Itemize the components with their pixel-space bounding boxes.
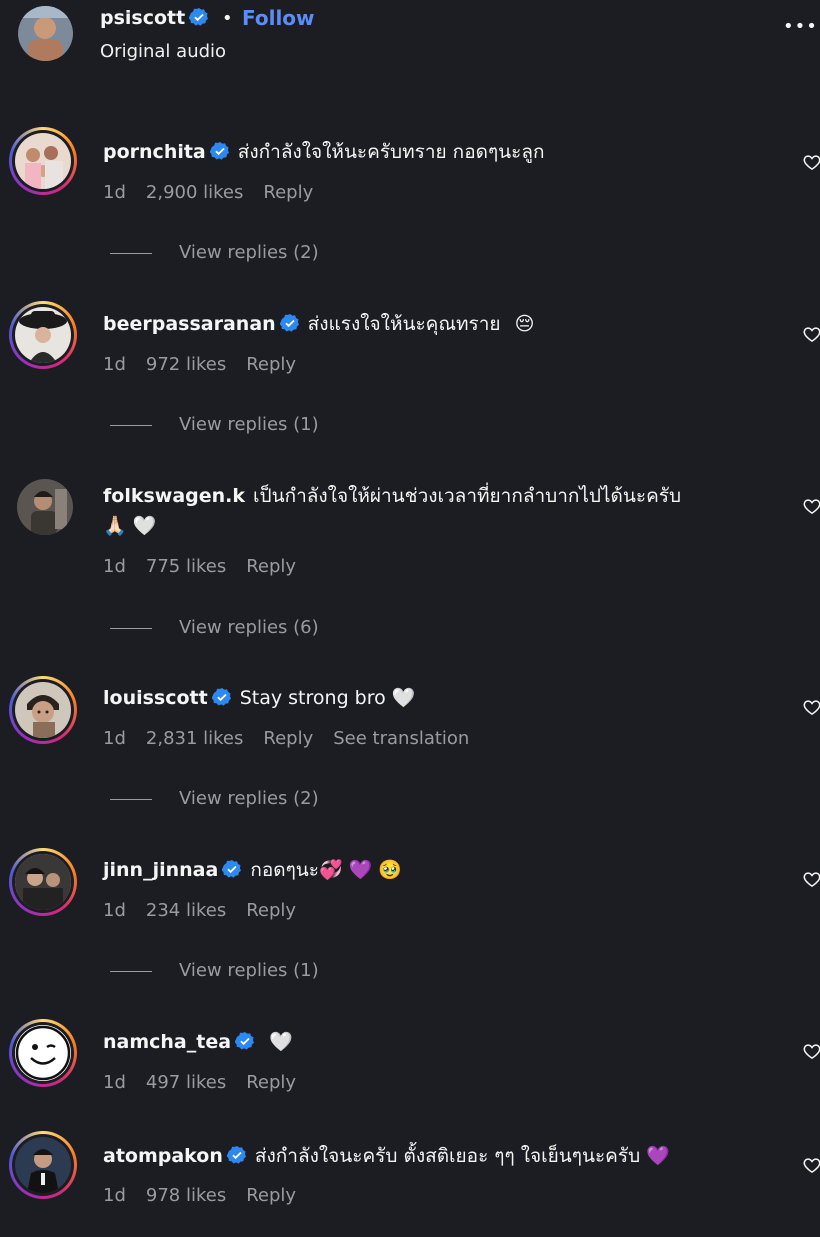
view-replies-button[interactable]: View replies (1) bbox=[110, 414, 319, 435]
reply-button[interactable]: Reply bbox=[246, 354, 296, 375]
like-heart-icon[interactable] bbox=[802, 152, 820, 172]
verified-badge-icon bbox=[188, 7, 209, 27]
comment-likes[interactable]: 234 likes bbox=[146, 900, 226, 921]
like-heart-icon[interactable] bbox=[802, 869, 820, 889]
comment-meta: 1d 234 likes Reply bbox=[103, 900, 316, 921]
divider-line bbox=[110, 252, 152, 254]
like-heart-icon[interactable] bbox=[802, 1155, 820, 1175]
comment-time: 1d bbox=[103, 354, 126, 375]
reply-button[interactable]: Reply bbox=[246, 1072, 296, 1093]
like-heart-icon[interactable] bbox=[802, 1041, 820, 1061]
reply-button[interactable]: Reply bbox=[263, 728, 313, 749]
reply-button[interactable]: Reply bbox=[246, 1185, 296, 1206]
comment-line: atompakon ส่งกำลังใจนะครับ ตั้งสติเยอะ ๆๆ… bbox=[103, 1143, 670, 1169]
view-replies-button[interactable]: View replies (1) bbox=[110, 960, 319, 981]
verified-badge-icon bbox=[209, 141, 230, 161]
comment-time: 1d bbox=[103, 728, 126, 749]
commenter-avatar[interactable] bbox=[9, 848, 77, 916]
divider-line bbox=[110, 798, 152, 800]
comment-meta: 1d 2,831 likes Reply See translation bbox=[103, 728, 489, 749]
view-replies-button[interactable]: View replies (2) bbox=[110, 242, 319, 263]
comment-text: ส่งกำลังใจนะครับ ตั้งสติเยอะ ๆๆ ใจเย็นๆน… bbox=[254, 1145, 670, 1167]
commenter-avatar[interactable] bbox=[9, 127, 77, 195]
separator-dot: • bbox=[222, 8, 233, 29]
divider-line bbox=[110, 970, 152, 972]
comment-time: 1d bbox=[103, 556, 126, 577]
like-heart-icon[interactable] bbox=[802, 697, 820, 717]
commenter-avatar[interactable] bbox=[9, 1019, 77, 1087]
comment-likes[interactable]: 2,831 likes bbox=[146, 728, 244, 749]
like-heart-icon[interactable] bbox=[802, 324, 820, 344]
see-translation-button[interactable]: See translation bbox=[333, 728, 469, 749]
comment-time: 1d bbox=[103, 1072, 126, 1093]
comment-meta: 1d 497 likes Reply bbox=[103, 1072, 316, 1093]
commenter-avatar[interactable] bbox=[9, 676, 77, 744]
audio-label[interactable]: Original audio bbox=[100, 41, 226, 62]
comment-line: folkswagen.k เป็นกำลังใจให้ผ่านช่วงเวลาที… bbox=[103, 483, 681, 509]
reply-button[interactable]: Reply bbox=[246, 556, 296, 577]
commenter-avatar[interactable] bbox=[17, 479, 73, 535]
comment-username[interactable]: jinn_jinnaa bbox=[103, 859, 218, 881]
comment-username[interactable]: namcha_tea bbox=[103, 1031, 231, 1053]
view-replies-button[interactable]: View replies (6) bbox=[110, 617, 319, 638]
comment-text-continued: 🙏🏻 🤍 bbox=[103, 515, 157, 537]
verified-badge-icon bbox=[234, 1031, 255, 1051]
comment-meta: 1d 2,900 likes Reply bbox=[103, 182, 333, 203]
divider-line bbox=[110, 424, 152, 426]
comment-meta: 1d 978 likes Reply bbox=[103, 1185, 316, 1206]
comment-likes[interactable]: 2,900 likes bbox=[146, 182, 244, 203]
more-options-icon[interactable]: ••• bbox=[783, 16, 818, 37]
comment-text: Stay strong bro 🤍 bbox=[239, 687, 416, 709]
comment-likes[interactable]: 775 likes bbox=[146, 556, 226, 577]
comment-likes[interactable]: 978 likes bbox=[146, 1185, 226, 1206]
like-heart-icon[interactable] bbox=[802, 496, 820, 516]
comment-time: 1d bbox=[103, 1185, 126, 1206]
commenter-avatar[interactable] bbox=[9, 301, 77, 369]
comment-line: namcha_tea 🤍 bbox=[103, 1029, 293, 1055]
reply-button[interactable]: Reply bbox=[246, 900, 296, 921]
commenter-avatar[interactable] bbox=[9, 1131, 77, 1199]
comment-line: beerpassaranan ส่งแรงใจให้นะคุณทราย 😔 bbox=[103, 311, 534, 337]
comment-username[interactable]: louisscott bbox=[103, 687, 208, 709]
comment-username[interactable]: pornchita bbox=[103, 141, 206, 163]
comment-text: ส่งกำลังใจให้นะครับทราย กอดๆนะลูก bbox=[237, 141, 545, 163]
comment-meta: 1d 775 likes Reply bbox=[103, 556, 316, 577]
comment-username[interactable]: beerpassaranan bbox=[103, 313, 276, 335]
comment-line: jinn_jinnaa กอดๆนะ💞 💜 🥹 bbox=[103, 857, 402, 883]
follow-button[interactable]: Follow bbox=[242, 6, 315, 30]
comment-time: 1d bbox=[103, 182, 126, 203]
author-avatar[interactable] bbox=[18, 6, 73, 61]
author-username[interactable]: psiscott bbox=[100, 7, 209, 29]
view-replies-button[interactable]: View replies (2) bbox=[110, 788, 319, 809]
comment-line: louisscott Stay strong bro 🤍 bbox=[103, 685, 415, 711]
divider-line bbox=[110, 627, 152, 629]
verified-badge-icon bbox=[226, 1145, 247, 1165]
comment-username[interactable]: folkswagen.k bbox=[103, 485, 245, 507]
comment-text: 🤍 bbox=[269, 1031, 293, 1053]
comment-text: ส่งแรงใจให้นะคุณทราย bbox=[307, 313, 501, 335]
comment-text: กอดๆนะ💞 💜 🥹 bbox=[250, 859, 403, 881]
comment-likes[interactable]: 972 likes bbox=[146, 354, 226, 375]
comment-username[interactable]: atompakon bbox=[103, 1145, 223, 1167]
comment-time: 1d bbox=[103, 900, 126, 921]
sad-face-emoji: 😔 bbox=[514, 313, 535, 335]
comment-meta: 1d 972 likes Reply bbox=[103, 354, 316, 375]
verified-badge-icon bbox=[279, 313, 300, 333]
comment-line: pornchita ส่งกำลังใจให้นะครับทราย กอดๆนะล… bbox=[103, 139, 544, 165]
reply-button[interactable]: Reply bbox=[263, 182, 313, 203]
comment-text: เป็นกำลังใจให้ผ่านช่วงเวลาที่ยากลำบากไปไ… bbox=[253, 485, 682, 507]
post-header: psiscott • Follow Original audio ••• bbox=[0, 0, 820, 90]
verified-badge-icon bbox=[221, 859, 242, 879]
verified-badge-icon bbox=[211, 687, 232, 707]
comment-likes[interactable]: 497 likes bbox=[146, 1072, 226, 1093]
